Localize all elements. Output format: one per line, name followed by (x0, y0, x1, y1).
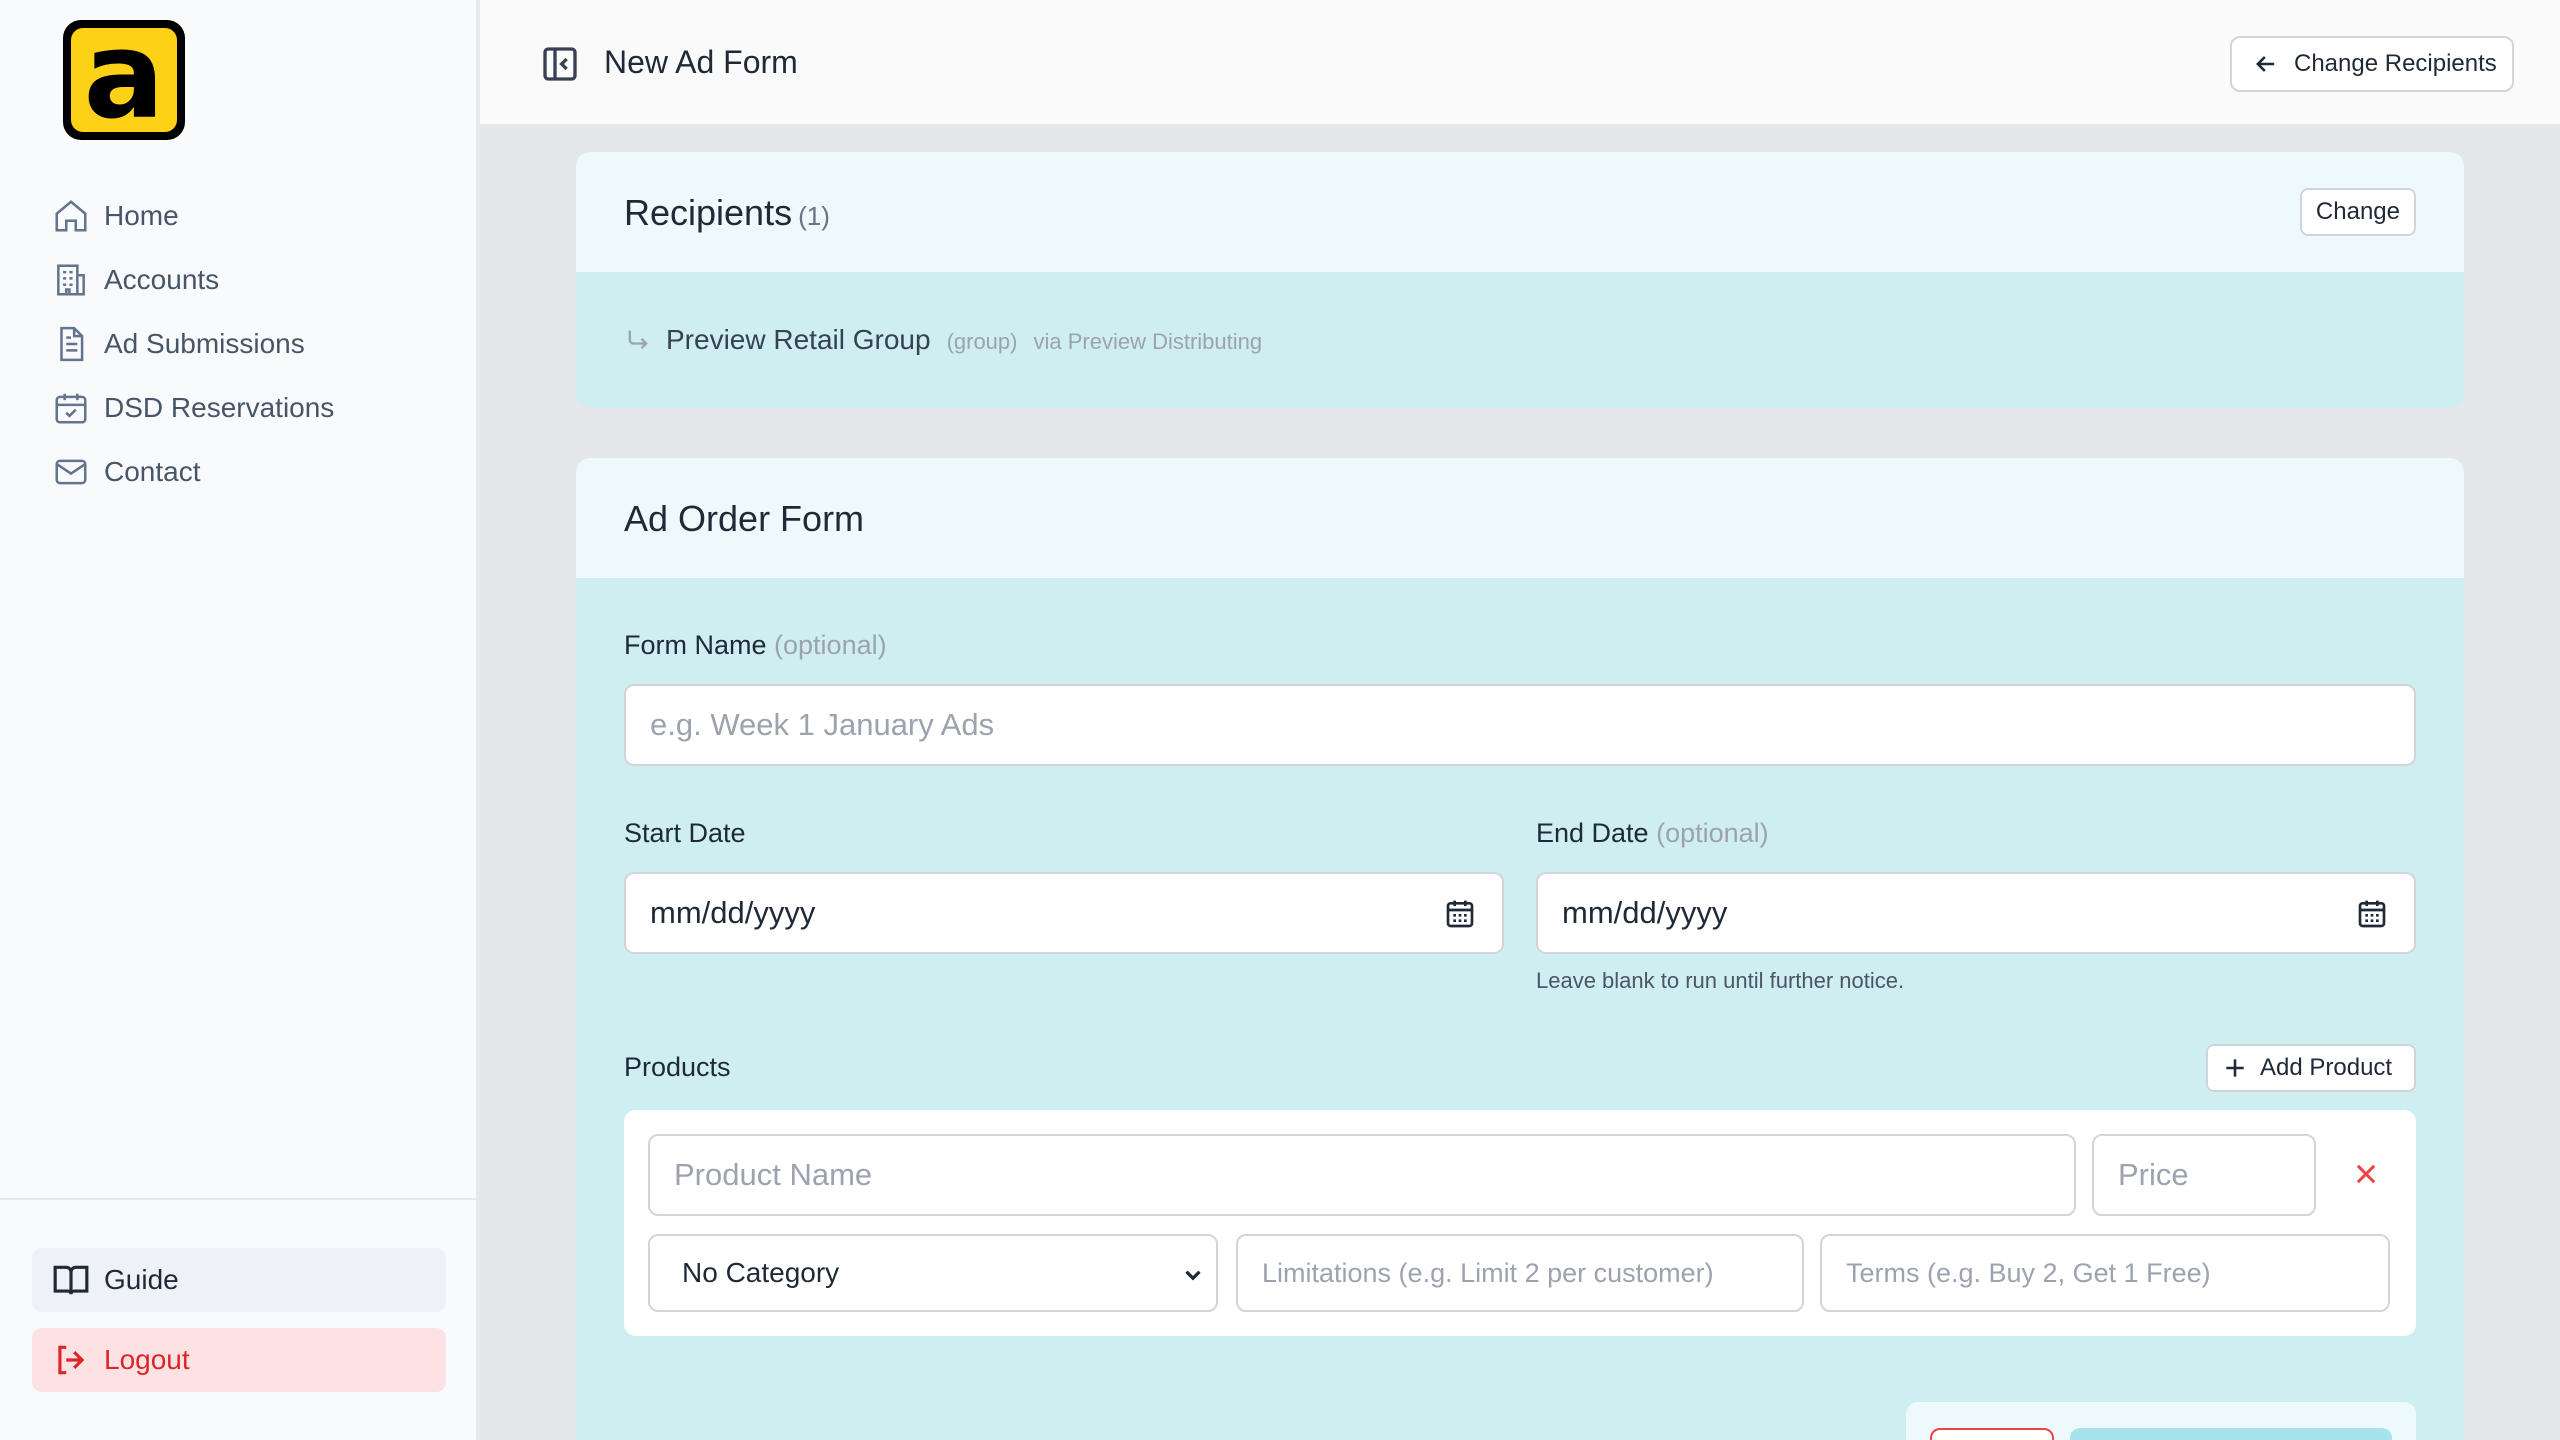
book-icon (53, 1265, 89, 1295)
logout-icon (58, 1345, 85, 1375)
add-product-button[interactable]: Add Product (2206, 1044, 2416, 1092)
form-name-label: Form Name (optional) (624, 630, 887, 661)
price-placeholder: Price (2118, 1157, 2189, 1192)
submit-button[interactable] (2070, 1428, 2392, 1440)
category-select-value: No Category (682, 1257, 840, 1288)
ad-order-form-card: Ad Order Form Form Name (optional) e.g. … (576, 458, 2464, 1440)
product-name-input[interactable]: Product Name (648, 1134, 2076, 1216)
sidebar-item-ad-submissions[interactable]: Ad Submissions (52, 312, 334, 376)
recipient-via: via Preview Distributing (1033, 329, 1263, 354)
end-date-optional: (optional) (1656, 818, 1769, 848)
document-icon (60, 326, 84, 362)
mail-icon (55, 459, 87, 485)
logo-letter: a (83, 20, 165, 140)
sidebar-item-label: Ad Submissions (104, 328, 305, 359)
recipient-item: Preview Retail Group (group) via Preview… (624, 324, 1262, 356)
app-logo[interactable]: a (63, 20, 185, 140)
guide-label: Guide (104, 1264, 179, 1295)
products-label: Products (624, 1052, 731, 1082)
limitations-input[interactable]: Limitations (e.g. Limit 2 per customer) (1236, 1234, 1804, 1312)
recipients-title: Recipients (1) (624, 192, 830, 234)
form-name-optional: (optional) (774, 630, 887, 660)
sidebar: a Home Accounts Ad Submissions DSD Reser… (0, 0, 478, 1440)
recipients-card-header: Recipients (1) Change (576, 152, 2464, 272)
calendar-icon[interactable] (2356, 898, 2388, 930)
start-date-label: Start Date (624, 818, 746, 848)
cancel-button[interactable] (1930, 1428, 2054, 1440)
end-date-label-text: End Date (1536, 818, 1649, 848)
remove-product-icon[interactable] (2352, 1160, 2380, 1188)
building-icon (57, 264, 85, 296)
recipients-title-text: Recipients (624, 192, 793, 233)
sidebar-nav: Home Accounts Ad Submissions DSD Reserva… (52, 184, 334, 504)
product-row: Product Name Price No Category Limitatio… (624, 1110, 2416, 1336)
guide-button[interactable]: Guide (32, 1248, 446, 1312)
start-date-value: mm/dd/yyyy (650, 895, 816, 930)
ad-order-form-title: Ad Order Form (624, 498, 865, 539)
recipient-name: Preview Retail Group (666, 324, 931, 355)
form-actions-bar (1906, 1402, 2416, 1440)
sidebar-divider (0, 1198, 478, 1200)
chevron-down-icon (1185, 1270, 1201, 1281)
change-recipients-button[interactable]: Change Recipients (2230, 36, 2514, 92)
sidebar-item-label: Contact (104, 456, 201, 487)
logout-button[interactable]: Logout (32, 1328, 446, 1392)
price-input[interactable]: Price (2092, 1134, 2316, 1216)
arrow-left-icon (2256, 56, 2275, 72)
logout-label: Logout (104, 1344, 190, 1375)
form-name-label-text: Form Name (624, 630, 767, 660)
terms-input[interactable]: Terms (e.g. Buy 2, Get 1 Free) (1820, 1234, 2390, 1312)
sidebar-item-label: Accounts (104, 264, 220, 295)
recipients-count: (1) (798, 201, 830, 231)
end-date-input[interactable]: mm/dd/yyyy (1536, 872, 2416, 954)
recipients-card: Recipients (1) Change Preview Retail Grou… (576, 152, 2464, 408)
change-recipients-label: Change Recipients (2294, 50, 2497, 77)
terms-placeholder: Terms (e.g. Buy 2, Get 1 Free) (1846, 1257, 2211, 1288)
plus-icon (2226, 1059, 2244, 1077)
home-icon (55, 200, 87, 232)
limitations-placeholder: Limitations (e.g. Limit 2 per customer) (1262, 1257, 1714, 1288)
calendar-icon[interactable] (1444, 898, 1476, 930)
form-name-input[interactable]: e.g. Week 1 January Ads (624, 684, 2416, 766)
sidebar-item-home[interactable]: Home (52, 184, 334, 248)
corner-down-right-icon (628, 330, 648, 349)
end-date-value: mm/dd/yyyy (1562, 895, 1728, 930)
product-name-placeholder: Product Name (674, 1157, 873, 1192)
add-product-label: Add Product (2260, 1054, 2393, 1081)
ad-order-form-header: Ad Order Form (576, 458, 2464, 578)
end-date-hint: Leave blank to run until further notice. (1536, 968, 1905, 993)
change-button[interactable]: Change (2299, 188, 2416, 236)
form-name-placeholder: e.g. Week 1 January Ads (650, 707, 995, 742)
recipient-type: (group) (946, 329, 1018, 354)
calendar-check-icon (55, 393, 87, 424)
sidebar-item-accounts[interactable]: Accounts (52, 248, 334, 312)
sidebar-collapse-icon[interactable] (540, 44, 580, 84)
top-header: New Ad Form Change Recipients (480, 0, 2560, 126)
sidebar-item-label: DSD Reservations (104, 392, 335, 423)
page-title: New Ad Form (604, 44, 798, 80)
category-select[interactable]: No Category (648, 1234, 1218, 1312)
sidebar-item-contact[interactable]: Contact (52, 440, 334, 504)
start-date-input[interactable]: mm/dd/yyyy (624, 872, 1504, 954)
sidebar-item-label: Home (104, 200, 179, 231)
sidebar-item-dsd-reservations[interactable]: DSD Reservations (52, 376, 334, 440)
end-date-label: End Date (optional) (1536, 818, 1769, 849)
